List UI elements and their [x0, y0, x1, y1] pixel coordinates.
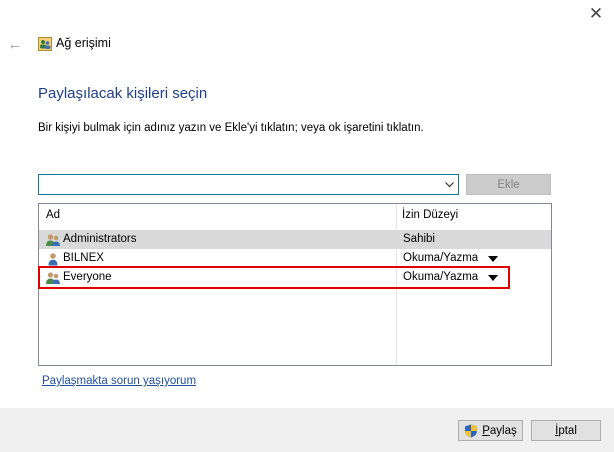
list-row-administrators[interactable]: Administrators Sahibi — [39, 230, 551, 249]
share-button[interactable]: Paylaş — [458, 420, 523, 441]
instruction-text: Bir kişiyi bulmak için adınız yazın ve E… — [38, 122, 424, 134]
close-icon: ✕ — [588, 4, 604, 23]
uac-shield-icon — [465, 424, 478, 437]
dropdown-caret-icon[interactable] — [488, 256, 498, 262]
row-name: Administrators — [63, 233, 137, 245]
column-header-name[interactable]: Ad — [46, 209, 60, 221]
highlight-box — [38, 266, 510, 289]
dialog-footer: Paylaş İptal — [0, 408, 614, 452]
permission-dropdown[interactable]: Okuma/Yazma — [403, 252, 478, 264]
close-button[interactable]: ✕ — [578, 0, 614, 28]
row-permission: Sahibi — [403, 233, 435, 245]
row-name: BILNEX — [63, 252, 104, 264]
add-button[interactable]: Ekle — [466, 174, 551, 195]
window-title: Ağ erişimi — [56, 36, 111, 50]
troubleshoot-link[interactable]: Paylaşmakta sorun yaşıyorum — [42, 375, 196, 387]
network-access-icon — [38, 37, 52, 51]
back-button[interactable]: ← — [5, 34, 25, 54]
chevron-down-icon[interactable] — [442, 175, 456, 194]
page-heading: Paylaşılacak kişileri seçin — [38, 85, 208, 102]
user-group-icon — [46, 234, 60, 246]
cancel-button-label: İptal — [555, 424, 577, 437]
column-header-permission[interactable]: İzin Düzeyi — [402, 209, 458, 221]
user-icon — [48, 253, 58, 266]
share-button-label: Paylaş — [482, 424, 517, 437]
cancel-button[interactable]: İptal — [531, 420, 601, 441]
user-search-combobox[interactable] — [38, 174, 459, 195]
back-arrow-icon: ← — [7, 35, 23, 53]
